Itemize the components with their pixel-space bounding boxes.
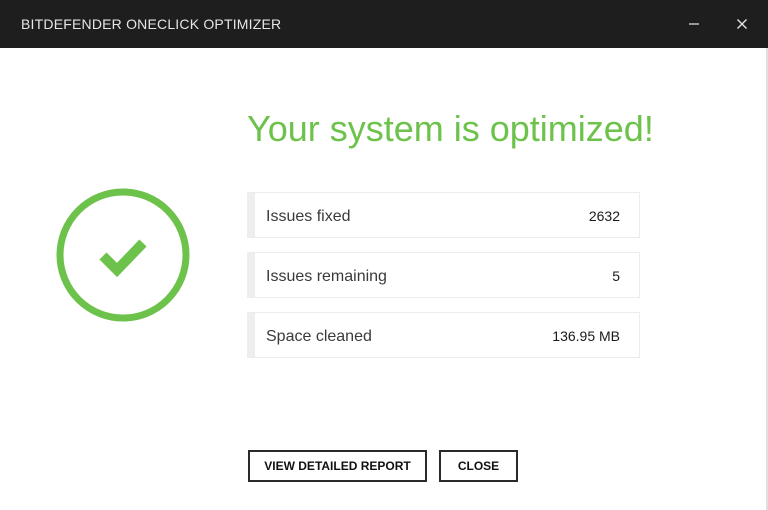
stat-label: Space cleaned bbox=[266, 328, 372, 345]
close-icon bbox=[737, 19, 747, 29]
stat-row-space-cleaned: Space cleaned 136.95 MB bbox=[247, 312, 640, 358]
stat-label: Issues fixed bbox=[266, 208, 351, 225]
minimize-icon bbox=[689, 23, 699, 25]
stats-list: Issues fixed 2632 Issues remaining 5 Spa… bbox=[247, 192, 640, 372]
stat-value: 2632 bbox=[588, 208, 620, 224]
stat-row-issues-remaining: Issues remaining 5 bbox=[247, 252, 640, 298]
stat-value: 136.95 MB bbox=[552, 328, 620, 344]
minimize-button[interactable] bbox=[682, 12, 706, 36]
stat-label: Issues remaining bbox=[266, 268, 387, 285]
checkmark-circle-icon bbox=[56, 188, 190, 322]
stat-row-issues-fixed: Issues fixed 2632 bbox=[247, 192, 640, 238]
page-title: Your system is optimized! bbox=[247, 108, 654, 149]
close-button[interactable]: CLOSE bbox=[439, 450, 518, 482]
status-indicator bbox=[54, 186, 192, 324]
title-bar: BITDEFENDER ONECLICK OPTIMIZER bbox=[0, 0, 768, 48]
view-detailed-report-button[interactable]: VIEW DETAILED REPORT bbox=[248, 450, 427, 482]
app-title: BITDEFENDER ONECLICK OPTIMIZER bbox=[21, 16, 282, 32]
window-close-button[interactable] bbox=[730, 12, 754, 36]
stat-value: 5 bbox=[612, 268, 620, 284]
